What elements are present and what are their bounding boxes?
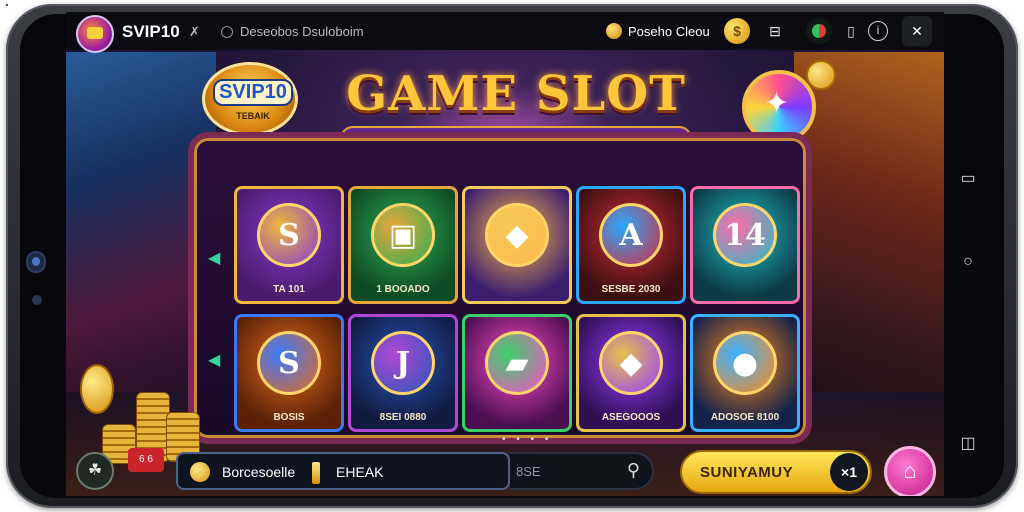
- symbol-caption: SESBE 2030: [601, 284, 661, 295]
- nav-back-icon[interactable]: ◫: [958, 434, 978, 454]
- symbol-caption: TA 101: [273, 284, 305, 295]
- reel-grid: S TA 101 ▣ 1 BOOADO ◆ A SESBE 2030 14 S BOSIS J 8S…: [234, 186, 804, 436]
- symbol-caption: ASEGOOOS: [601, 412, 661, 423]
- reel-symbol-tile: J 8SEI 0880: [348, 314, 458, 432]
- front-camera: [26, 251, 46, 273]
- phone-top-edge: [6, 4, 8, 6]
- badge-title: SVIP10: [213, 79, 293, 106]
- search-icon[interactable]: ⚲: [627, 460, 640, 481]
- reel-symbol-tile: ▰: [462, 314, 572, 432]
- tools-icon[interactable]: ✕: [902, 16, 932, 46]
- slot-symbol-icon: ▰: [485, 331, 549, 395]
- left-arrow-icon[interactable]: ◀: [208, 248, 220, 268]
- menu-icon[interactable]: ☘: [76, 452, 114, 490]
- app-title: SVIP10: [122, 22, 180, 41]
- multiplier-button[interactable]: ×1: [830, 453, 868, 491]
- camera-lens: [32, 257, 40, 266]
- info-icon[interactable]: i: [868, 21, 888, 41]
- book-icon[interactable]: ▯: [838, 18, 864, 44]
- reel-symbol-tile: ● ADOSOE 8100: [690, 314, 800, 432]
- slot-symbol-icon: J: [371, 331, 435, 395]
- slot-symbol-icon: ◆: [485, 203, 549, 267]
- reel-symbol-tile: S TA 101: [234, 186, 344, 304]
- bottom-bar: ☘ Borcesoelle EHEAK 8SE ⚲ SUNIYAMUY ×1 ⌂: [66, 440, 944, 496]
- slot-symbol-icon: 14: [713, 203, 777, 267]
- arcade-background-right: [794, 52, 944, 392]
- nav-recent-icon[interactable]: ▭: [958, 169, 978, 189]
- symbol-caption: 1 BOOADO: [376, 284, 430, 295]
- reel-symbol-tile: S BOSIS: [234, 314, 344, 432]
- game-screen: SVIP10 ✗ Deseobos Dsuloboim Poseho Cleou…: [66, 12, 944, 496]
- reel-symbol-tile: 14: [690, 186, 800, 304]
- close-mark-icon[interactable]: ✗: [189, 24, 200, 40]
- balance-box: Borcesoelle EHEAK: [176, 452, 510, 490]
- symbol-caption: ADOSOE 8100: [710, 412, 780, 423]
- search-input[interactable]: 8SE ⚲: [510, 452, 654, 490]
- sensor: [32, 295, 42, 305]
- app-logo-icon[interactable]: [76, 15, 114, 53]
- spin-label: SUNIYAMUY: [700, 464, 794, 481]
- status-bar: SVIP10 ✗ Deseobos Dsuloboim Poseho Cleou…: [66, 12, 944, 53]
- game-title: GAME SLOT: [346, 66, 686, 122]
- slot-symbol-icon: S: [257, 203, 321, 267]
- left-arrow-icon[interactable]: ◀: [208, 350, 220, 370]
- balance-amount: Borcesoelle: [222, 464, 296, 480]
- home-icon[interactable]: ⌂: [884, 446, 936, 496]
- reel-symbol-tile: A SESBE 2030: [576, 186, 686, 304]
- balance-coin-icon: [190, 462, 210, 482]
- symbol-caption: 8SEI 0880: [379, 412, 427, 423]
- bet-icon: [312, 462, 320, 484]
- slot-symbol-icon: ◆: [599, 331, 663, 395]
- floating-coin-icon: [806, 60, 836, 90]
- slot-symbol-icon: S: [257, 331, 321, 395]
- badge-subtitle: TEBAIK: [236, 111, 270, 121]
- status-text: Deseobos Dsuloboim: [240, 24, 364, 39]
- nav-home-icon[interactable]: ○: [958, 252, 978, 272]
- status-dot-icon: [221, 26, 233, 38]
- coin-button[interactable]: $: [724, 18, 750, 44]
- record-icon[interactable]: [806, 18, 832, 44]
- wallet-icon[interactable]: ⊟: [762, 18, 788, 44]
- gold-coin-icon: [80, 364, 114, 414]
- reel-symbol-tile: ▣ 1 BOOADO: [348, 186, 458, 304]
- reel-symbol-tile: ◆: [462, 186, 572, 304]
- slot-symbol-icon: ▣: [371, 203, 435, 267]
- search-text: 8SE: [516, 464, 541, 479]
- user-coin-icon: [606, 23, 622, 39]
- slot-symbol-icon: ●: [713, 331, 777, 395]
- bet-label[interactable]: EHEAK: [336, 464, 383, 480]
- reel-frame: ◀ ◀ ▶ ▶ STA 101▣1 BOOADO◆ASESBE 203014 S…: [188, 132, 812, 444]
- reel-symbol-tile: ◆ ASEGOOOS: [576, 314, 686, 432]
- user-name[interactable]: Poseho Cleou: [628, 24, 710, 39]
- spin-button[interactable]: SUNIYAMUY ×1: [680, 450, 872, 494]
- symbol-caption: BOSIS: [273, 412, 305, 423]
- slot-symbol-icon: A: [599, 203, 663, 267]
- svip10-badge: SVIP10 TEBAIK: [202, 62, 298, 136]
